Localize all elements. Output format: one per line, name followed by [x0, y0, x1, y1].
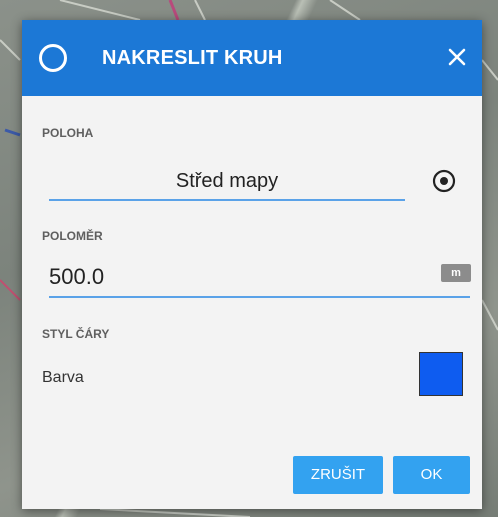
position-value: Střed mapy — [175, 170, 279, 192]
unit-selector[interactable]: m — [441, 264, 471, 282]
position-field[interactable]: Střed mapy — [49, 165, 405, 201]
radius-label: POLOMĚR — [42, 229, 103, 243]
dialog-title: NAKRESLIT KRUH — [102, 47, 283, 69]
ok-button[interactable]: OK — [393, 456, 470, 494]
draw-circle-dialog: NAKRESLIT KRUH POLOHA Střed mapy POLOMĚR… — [22, 20, 482, 509]
radius-value: 500.0 — [49, 264, 105, 289]
close-icon — [448, 48, 466, 66]
dialog-header: NAKRESLIT KRUH — [22, 20, 482, 96]
my-location-icon — [432, 169, 456, 193]
circle-outline-icon — [39, 44, 67, 72]
color-swatch[interactable] — [419, 352, 463, 396]
line-style-label: STYL ČÁRY — [42, 327, 110, 341]
my-location-button[interactable] — [426, 163, 462, 199]
cancel-button[interactable]: ZRUŠIT — [293, 456, 383, 494]
radius-input[interactable]: 500.0 m — [49, 258, 471, 298]
close-button[interactable] — [440, 40, 474, 74]
color-label: Barva — [42, 369, 84, 386]
position-label: POLOHA — [42, 126, 94, 140]
